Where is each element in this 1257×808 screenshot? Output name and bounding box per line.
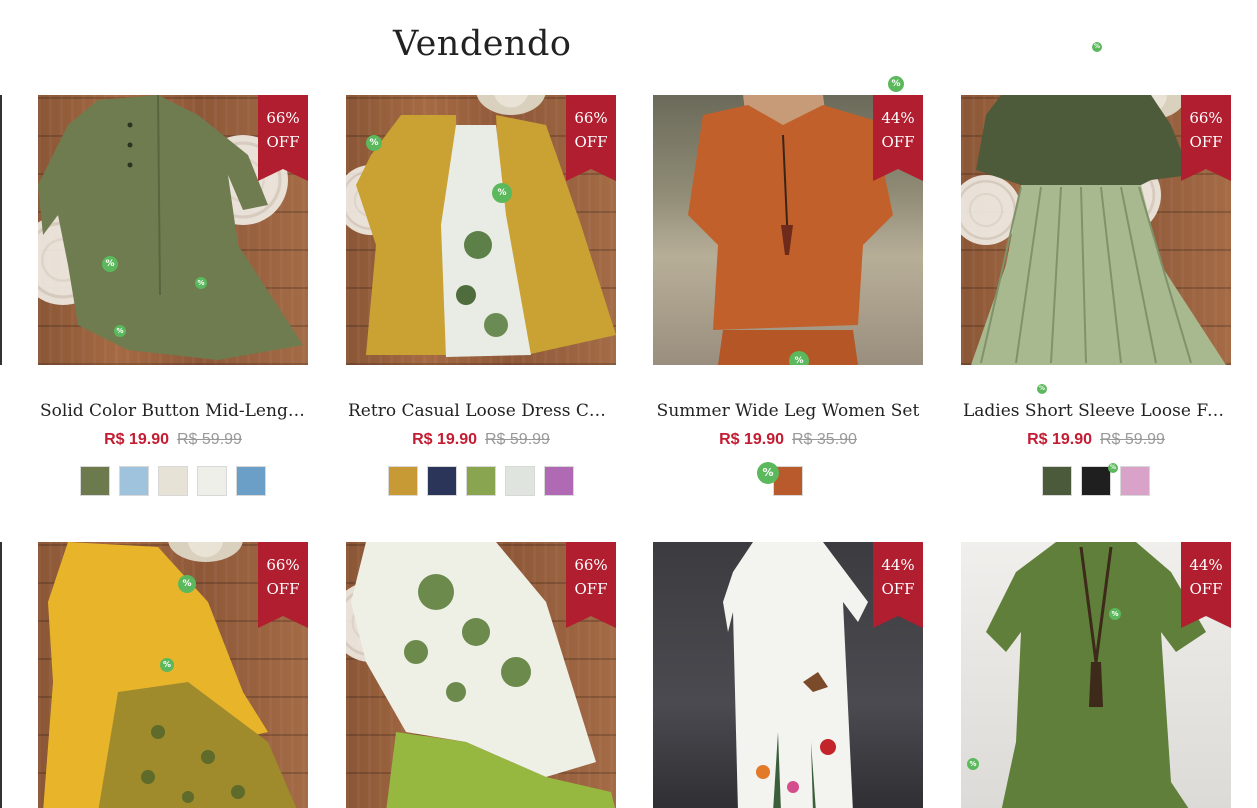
percent-icon: %	[102, 256, 118, 272]
product-image[interactable]: 44% OFF %	[653, 95, 923, 365]
sale-price: R$ 19.90	[719, 431, 784, 448]
original-price: R$ 59.99	[1100, 431, 1165, 448]
percent-icon: %	[114, 325, 126, 337]
color-swatch[interactable]	[80, 466, 110, 496]
color-swatch[interactable]	[1120, 466, 1150, 496]
product-card[interactable]: 66% OFF % % Retro Casual Loose Dress Card…	[346, 95, 616, 496]
color-swatch[interactable]	[466, 466, 496, 496]
color-swatch[interactable]	[119, 466, 149, 496]
product-image[interactable]: 66% OFF	[961, 95, 1231, 365]
original-price: R$ 59.99	[177, 431, 242, 448]
percent-icon: %	[1108, 463, 1118, 473]
color-swatch[interactable]	[236, 466, 266, 496]
product-name[interactable]: Summer Wide Leg Women Set	[653, 401, 923, 421]
product-image[interactable]: 66% OFF % %	[346, 95, 616, 365]
discount-badge: 66% OFF	[566, 542, 616, 628]
percent-icon: %	[757, 462, 779, 484]
color-swatch[interactable]	[158, 466, 188, 496]
discount-badge: 44% OFF	[873, 542, 923, 628]
discount-badge: 44% OFF	[1181, 542, 1231, 628]
product-card[interactable]: 66% OFF % %	[38, 542, 308, 808]
color-swatches	[38, 466, 308, 496]
section-title: Vendendo	[393, 24, 572, 64]
sale-price: R$ 19.90	[1027, 431, 1092, 448]
color-swatch[interactable]	[544, 466, 574, 496]
product-image[interactable]: 66% OFF	[346, 542, 616, 808]
percent-icon: %	[178, 575, 196, 593]
sale-price: R$ 19.90	[412, 431, 477, 448]
discount-badge: 44% OFF	[873, 95, 923, 181]
original-price: R$ 35.90	[792, 431, 857, 448]
percent-icon: %	[366, 135, 382, 151]
discount-badge: 66% OFF	[1181, 95, 1231, 181]
percent-icon: %	[789, 351, 809, 365]
percent-icon: %	[967, 758, 979, 770]
percent-icon: %	[1109, 608, 1121, 620]
product-card[interactable]: 66%OFF Ladies Short Sleeve Loose Fashion…	[961, 95, 1231, 496]
sale-price: R$ 19.90	[104, 431, 169, 448]
product-card[interactable]: 44% OFF	[653, 542, 923, 808]
percent-icon: %	[1092, 42, 1102, 52]
percent-icon: %	[1037, 384, 1047, 394]
product-name[interactable]: Solid Color Button Mid-Length Casual Dre…	[38, 401, 308, 421]
percent-icon: %	[160, 658, 174, 672]
color-swatch[interactable]	[1081, 466, 1111, 496]
color-swatches	[653, 466, 923, 496]
product-card[interactable]: 44% OFF % Summer Wide Leg Women Set R$ 19…	[653, 95, 923, 496]
color-swatches	[961, 466, 1231, 496]
percent-icon: %	[888, 76, 904, 92]
discount-badge: 66% OFF	[258, 95, 308, 181]
color-swatch[interactable]	[1042, 466, 1072, 496]
left-edge-divider	[0, 542, 2, 808]
left-edge-divider	[0, 95, 2, 365]
product-image[interactable]: 44% OFF % %	[961, 542, 1231, 808]
original-price: R$ 59.99	[485, 431, 550, 448]
percent-icon: %	[195, 277, 207, 289]
color-swatch[interactable]	[388, 466, 418, 496]
product-image[interactable]: 44% OFF	[653, 542, 923, 808]
product-image[interactable]: 66% OFF % %	[38, 542, 308, 808]
product-card[interactable]: 44% OFF % %	[961, 542, 1231, 808]
discount-badge: 66% OFF	[566, 95, 616, 181]
product-name[interactable]: Ladies Short Sleeve Loose Fashion Dress	[961, 401, 1231, 421]
color-swatch[interactable]	[505, 466, 535, 496]
color-swatch[interactable]	[427, 466, 457, 496]
product-card[interactable]: 66% OFF	[346, 542, 616, 808]
product-card[interactable]: 66% OFF % % % Solid Color Button Mid-Leng…	[38, 95, 308, 496]
product-name[interactable]: Retro Casual Loose Dress Cardigan	[346, 401, 616, 421]
color-swatches	[346, 466, 616, 496]
product-image[interactable]: 66% OFF % % %	[38, 95, 308, 365]
color-swatch[interactable]	[197, 466, 227, 496]
percent-icon: %	[492, 183, 512, 203]
discount-badge: 66% OFF	[258, 542, 308, 628]
